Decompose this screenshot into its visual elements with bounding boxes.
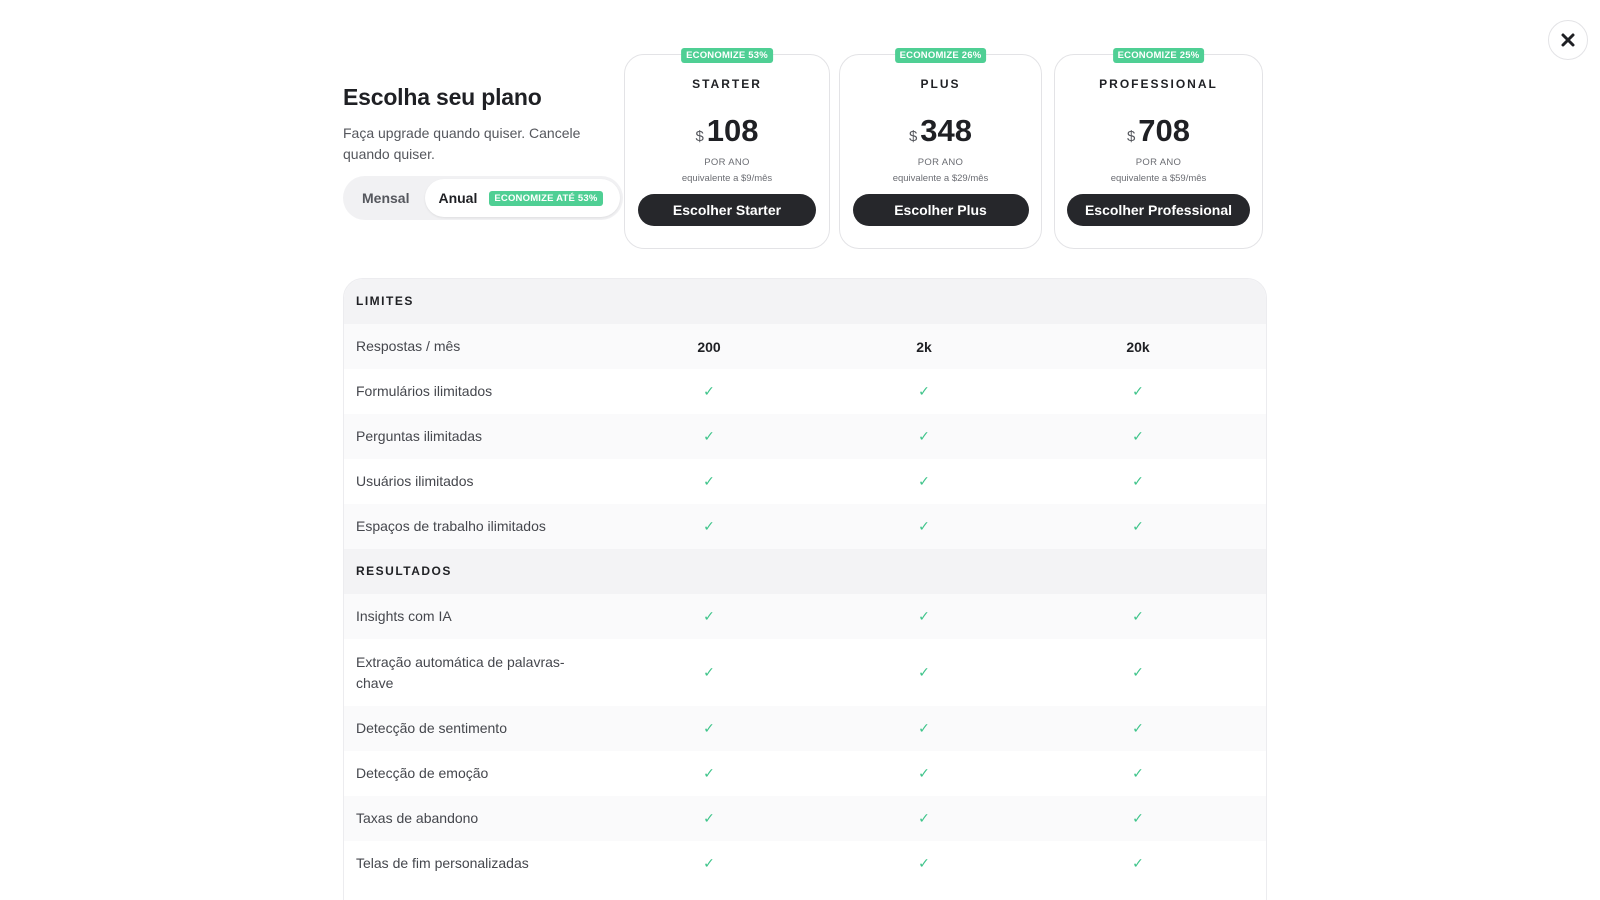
plan-card-plus: ECONOMIZE 26% PLUS $ 348 POR ANO equival… [839, 48, 1042, 249]
plan-price: $ 108 [695, 113, 758, 149]
plan-price-amount: 108 [706, 113, 759, 148]
check-icon: ✓ [1132, 518, 1144, 534]
close-button[interactable] [1548, 20, 1588, 60]
check-icon: ✓ [703, 855, 715, 871]
page-subtitle: Faça upgrade quando quiser. Cancele quan… [343, 125, 581, 162]
check-icon: ✓ [1132, 608, 1144, 624]
table-row: Extração automática de palavras-chave ✓ … [344, 639, 1266, 706]
check-icon: ✓ [703, 765, 715, 781]
annual-savings-badge: ECONOMIZE ATÉ 53% [489, 190, 603, 206]
plan-monthly-equivalent: equivalente a $29/mês [892, 173, 989, 184]
check-icon: ✓ [1132, 810, 1144, 826]
feature-label: Perguntas ilimitadas [356, 428, 483, 444]
check-icon: ✓ [703, 383, 715, 399]
check-icon: ✓ [1132, 664, 1144, 680]
feature-label: Extração automática de palavras-chave [356, 653, 565, 691]
plan-price: $ 708 [1127, 113, 1190, 149]
check-icon: ✓ [703, 608, 715, 624]
billing-period-toggle: Mensal Anual ECONOMIZE ATÉ 53% [343, 176, 623, 220]
check-icon: ✓ [918, 720, 930, 736]
check-icon: ✓ [918, 383, 930, 399]
feature-label: Formulários ilimitados [356, 383, 493, 399]
plan-savings-badge: ECONOMIZE 25% [1112, 48, 1205, 63]
billing-option-annual[interactable]: Anual ECONOMIZE ATÉ 53% [425, 179, 620, 217]
choose-professional-button[interactable]: Escolher Professional [1067, 194, 1250, 226]
plan-period: POR ANO [1135, 157, 1182, 168]
check-icon: ✓ [1132, 765, 1144, 781]
plan-currency: $ [908, 128, 918, 145]
table-row: Telas de fim personalizadas ✓ ✓ ✓ [344, 841, 1266, 886]
billing-option-annual-label: Anual [438, 190, 478, 206]
table-row: Detecção de emoção ✓ ✓ ✓ [344, 751, 1266, 796]
feature-label: Espaços de trabalho ilimitados [356, 518, 546, 534]
feature-label: Detecção de emoção [356, 765, 489, 781]
table-row: Detecção de sentimento ✓ ✓ ✓ [344, 706, 1266, 751]
plan-period: POR ANO [704, 157, 750, 168]
plan-savings-badge: ECONOMIZE 53% [681, 48, 773, 63]
check-icon: ✓ [918, 428, 930, 444]
section-header-results: RESULTADOS [344, 549, 1266, 594]
plan-period: POR ANO [917, 157, 964, 168]
check-icon: ✓ [918, 664, 930, 680]
check-icon: ✓ [1132, 855, 1144, 871]
plan-name: STARTER [692, 77, 762, 91]
check-icon: ✓ [918, 518, 930, 534]
table-row: Taxas de abandono ✓ ✓ ✓ [344, 796, 1266, 841]
section-title: RESULTADOS [356, 564, 452, 578]
plan-currency: $ [695, 128, 704, 145]
plan-price-amount: 708 [1138, 113, 1191, 148]
check-icon: ✓ [703, 810, 715, 826]
check-icon: ✓ [703, 518, 715, 534]
check-icon: ✓ [918, 473, 930, 489]
table-row: Formulários ilimitados ✓ ✓ ✓ [344, 369, 1266, 414]
check-icon: ✓ [1132, 383, 1144, 399]
choose-starter-button[interactable]: Escolher Starter [638, 194, 816, 226]
check-icon: ✓ [703, 664, 715, 680]
check-icon: ✓ [918, 608, 930, 624]
plan-card-starter: ECONOMIZE 53% STARTER $ 108 POR ANO equi… [624, 48, 830, 249]
check-icon: ✓ [1132, 720, 1144, 736]
table-row: Perguntas ilimitadas ✓ ✓ ✓ [344, 414, 1266, 459]
plan-monthly-equivalent: equivalente a $59/mês [1110, 173, 1207, 184]
billing-option-monthly-label: Mensal [362, 190, 410, 206]
feature-value-professional: 20k [1126, 338, 1150, 355]
feature-label: Insights com IA [356, 608, 452, 624]
plan-card-professional: ECONOMIZE 25% PROFESSIONAL $ 708 POR ANO… [1054, 48, 1263, 249]
check-icon: ✓ [703, 720, 715, 736]
plan-price: $ 348 [909, 113, 972, 149]
feature-label: Taxas de abandono [356, 810, 479, 826]
check-icon: ✓ [703, 428, 715, 444]
plan-price-amount: 348 [920, 113, 973, 148]
check-icon: ✓ [1132, 428, 1144, 444]
feature-label: Telas de fim personalizadas [356, 855, 529, 871]
page-title: Escolha seu plano [343, 84, 542, 110]
check-icon: ✓ [918, 765, 930, 781]
table-row: Usuários ilimitados ✓ ✓ ✓ [344, 459, 1266, 504]
check-icon: ✓ [918, 855, 930, 871]
table-row: Respostas / mês 200 2k 20k [344, 324, 1266, 369]
table-row: Espaços de trabalho ilimitados ✓ ✓ ✓ [344, 504, 1266, 549]
plan-name: PROFESSIONAL [1099, 77, 1218, 91]
feature-label: Respostas / mês [356, 338, 461, 354]
plan-savings-badge: ECONOMIZE 26% [894, 48, 987, 63]
plan-name: PLUS [920, 77, 961, 91]
section-header-limits: LIMITES [344, 279, 1266, 324]
feature-comparison-table: LIMITES Respostas / mês 200 2k 20k Formu… [343, 278, 1267, 900]
feature-value-starter: 200 [697, 338, 721, 355]
feature-label: Detecção de sentimento [356, 720, 507, 736]
check-icon: ✓ [1132, 473, 1144, 489]
section-title: LIMITES [356, 294, 414, 308]
plan-monthly-equivalent: equivalente a $9/mês [681, 173, 773, 184]
table-row: Insights com IA ✓ ✓ ✓ [344, 594, 1266, 639]
feature-value-plus: 2k [916, 338, 932, 355]
check-icon: ✓ [918, 810, 930, 826]
plan-currency: $ [1126, 128, 1136, 145]
choose-plus-button[interactable]: Escolher Plus [852, 194, 1029, 226]
billing-option-monthly[interactable]: Mensal [346, 179, 425, 217]
close-icon [1561, 33, 1575, 47]
feature-label: Usuários ilimitados [356, 473, 474, 489]
check-icon: ✓ [703, 473, 715, 489]
plan-intro: Escolha seu plano Faça upgrade quando qu… [343, 84, 613, 165]
